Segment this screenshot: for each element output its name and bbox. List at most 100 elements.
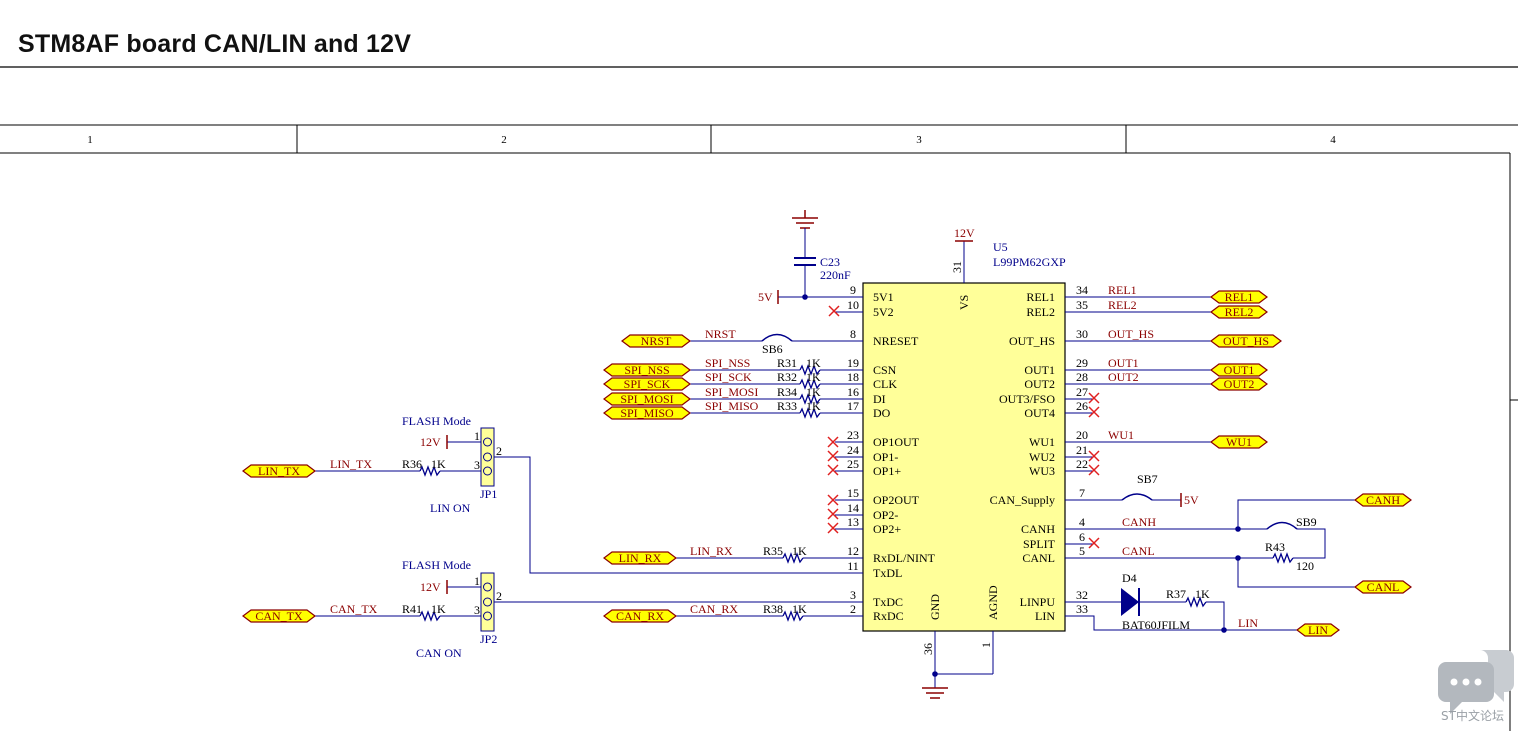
r31-ref: R31 (777, 356, 797, 370)
pin-name-35: REL2 (1026, 305, 1055, 319)
chip-ground: 36 1 (921, 631, 994, 699)
port-spi-sck: SPI_SCK (603, 377, 691, 391)
r43-ref: R43 (1265, 540, 1285, 554)
chip-gnd-label: GND (928, 594, 942, 620)
jumper-jp1: FLASH Mode 12V 1 2 3 JP1 LIN ON LIN_TX R… (315, 414, 502, 515)
pin-name-26: OUT4 (1024, 406, 1055, 420)
pin-name-27: OUT3/FSO (999, 392, 1055, 406)
pin-number-32: 32 (1076, 588, 1088, 602)
ground-symbol (922, 687, 948, 699)
rel2-wire-label: REL2 (1108, 298, 1137, 312)
pin-name-21: WU2 (1029, 450, 1055, 464)
r38-value: 1K (792, 602, 807, 616)
pin-number-12: 12 (847, 544, 859, 558)
port-rel2: REL2 (1210, 305, 1268, 319)
pin-number-28: 28 (1076, 370, 1088, 384)
column-label-4: 4 (1330, 134, 1336, 146)
pin-number-14: 14 (847, 501, 859, 515)
pin-name-3: TxDC (873, 595, 903, 609)
cap-value: 220nF (820, 268, 851, 282)
pin-name-33: LIN (1035, 609, 1055, 623)
rel1-wire-label: REL1 (1108, 283, 1137, 297)
pin-name-14: OP2- (873, 508, 898, 522)
spi-mosi-wire-label: SPI_MOSI (705, 385, 758, 399)
jp2-bottom-label: CAN ON (416, 646, 462, 660)
r34-value: 1K (806, 385, 821, 399)
pin-number-18: 18 (847, 370, 859, 384)
pin-name-23: OP1OUT (873, 435, 920, 449)
port-lin: LIN (1296, 623, 1340, 637)
canh-wire-label: CANH (1122, 515, 1156, 529)
can-supply-net: SB7 5V (1065, 472, 1199, 507)
r38-ref: R38 (763, 602, 783, 616)
pin-number-33: 33 (1076, 602, 1088, 616)
pin-number-4: 4 (1079, 515, 1085, 529)
port-label-rel2: REL2 (1225, 305, 1254, 319)
pin-number-6: 6 (1079, 530, 1085, 544)
wu1-wire-label: WU1 (1108, 428, 1134, 442)
port-label-spi-miso: SPI_MISO (620, 406, 674, 420)
port-label-canh: CANH (1366, 493, 1400, 507)
jp2-pin-3: 3 (474, 603, 480, 617)
txdl-wire (494, 456, 863, 574)
cap-ref: C23 (820, 255, 840, 269)
cap-c23: C23 220nF 5V (758, 210, 863, 304)
pin-name-34: REL1 (1026, 290, 1055, 304)
pin-name-7: CAN_Supply (990, 493, 1055, 507)
column-label-1: 1 (87, 134, 93, 146)
jp1-pin-1: 1 (474, 429, 480, 443)
port-lin-tx: LIN_TX (242, 464, 316, 478)
port-can-tx: CAN_TX (242, 609, 316, 623)
port-rel1: REL1 (1210, 290, 1268, 304)
port-label-nrst: NRST (641, 334, 672, 348)
port-label-can-tx: CAN_TX (255, 609, 303, 623)
pin-name-15: OP2OUT (873, 493, 920, 507)
port-nrst: NRST (621, 334, 691, 348)
pin-name-18: CLK (873, 377, 897, 391)
pin-name-8: NRESET (873, 334, 919, 348)
can-rx-wire-label: CAN_RX (690, 602, 738, 616)
r36-value: 1K (431, 457, 446, 471)
jp2-12v-label: 12V (420, 580, 441, 594)
pin-number-3: 3 (850, 588, 856, 602)
pin-number-8: 8 (850, 327, 856, 341)
port-wu1: WU1 (1210, 435, 1268, 449)
jumper-jp2: FLASH Mode 12V 1 2 3 JP2 CAN ON CAN_TX R… (315, 558, 502, 660)
port-label-out2: OUT2 (1224, 377, 1255, 391)
port-label-lin: LIN (1308, 623, 1328, 637)
agnd-pin-number: 1 (979, 642, 993, 648)
d4-part: BAT60JFILM (1122, 618, 1190, 632)
pin-number-23: 23 (847, 428, 859, 442)
spi-nss-wire-label: SPI_NSS (705, 356, 750, 370)
port-label-lin-tx: LIN_TX (258, 464, 300, 478)
nrst-wire-label: NRST (705, 327, 736, 341)
sb9-label: SB9 (1296, 515, 1317, 529)
pin-name-25: OP1+ (873, 464, 901, 478)
r43-value: 120 (1296, 559, 1314, 573)
port-canl: CANL (1354, 580, 1412, 594)
pin-name-28: OUT2 (1024, 377, 1055, 391)
port-label-spi-sck: SPI_SCK (624, 377, 671, 391)
pin-name-11: TxDL (873, 566, 902, 580)
pin-name-32: LINPU (1020, 595, 1056, 609)
lin-tx-wire-label: LIN_TX (330, 457, 372, 471)
chip-agnd-label: AGND (986, 585, 1000, 620)
r32-ref: R32 (777, 370, 797, 384)
pin-name-5: CANL (1022, 551, 1055, 565)
diode-d4 (1121, 588, 1139, 616)
jp1-pin-2: 2 (496, 444, 502, 458)
pin-number-24: 24 (847, 443, 859, 457)
vs-pin-number: 31 (950, 261, 964, 273)
can-supply-5v-label: 5V (1184, 493, 1199, 507)
r33-value: 1K (806, 399, 821, 413)
pin-number-27: 27 (1076, 385, 1088, 399)
pin-name-6: SPLIT (1023, 537, 1056, 551)
canl-wire-label: CANL (1122, 544, 1155, 558)
vs-12v-label: 12V (954, 226, 975, 240)
d4-ref: D4 (1122, 571, 1137, 585)
pin-name-13: OP2+ (873, 522, 901, 536)
pin-number-26: 26 (1076, 399, 1088, 413)
pin-number-15: 15 (847, 486, 859, 500)
pin-name-24: OP1- (873, 450, 898, 464)
port-label-rel1: REL1 (1225, 290, 1254, 304)
